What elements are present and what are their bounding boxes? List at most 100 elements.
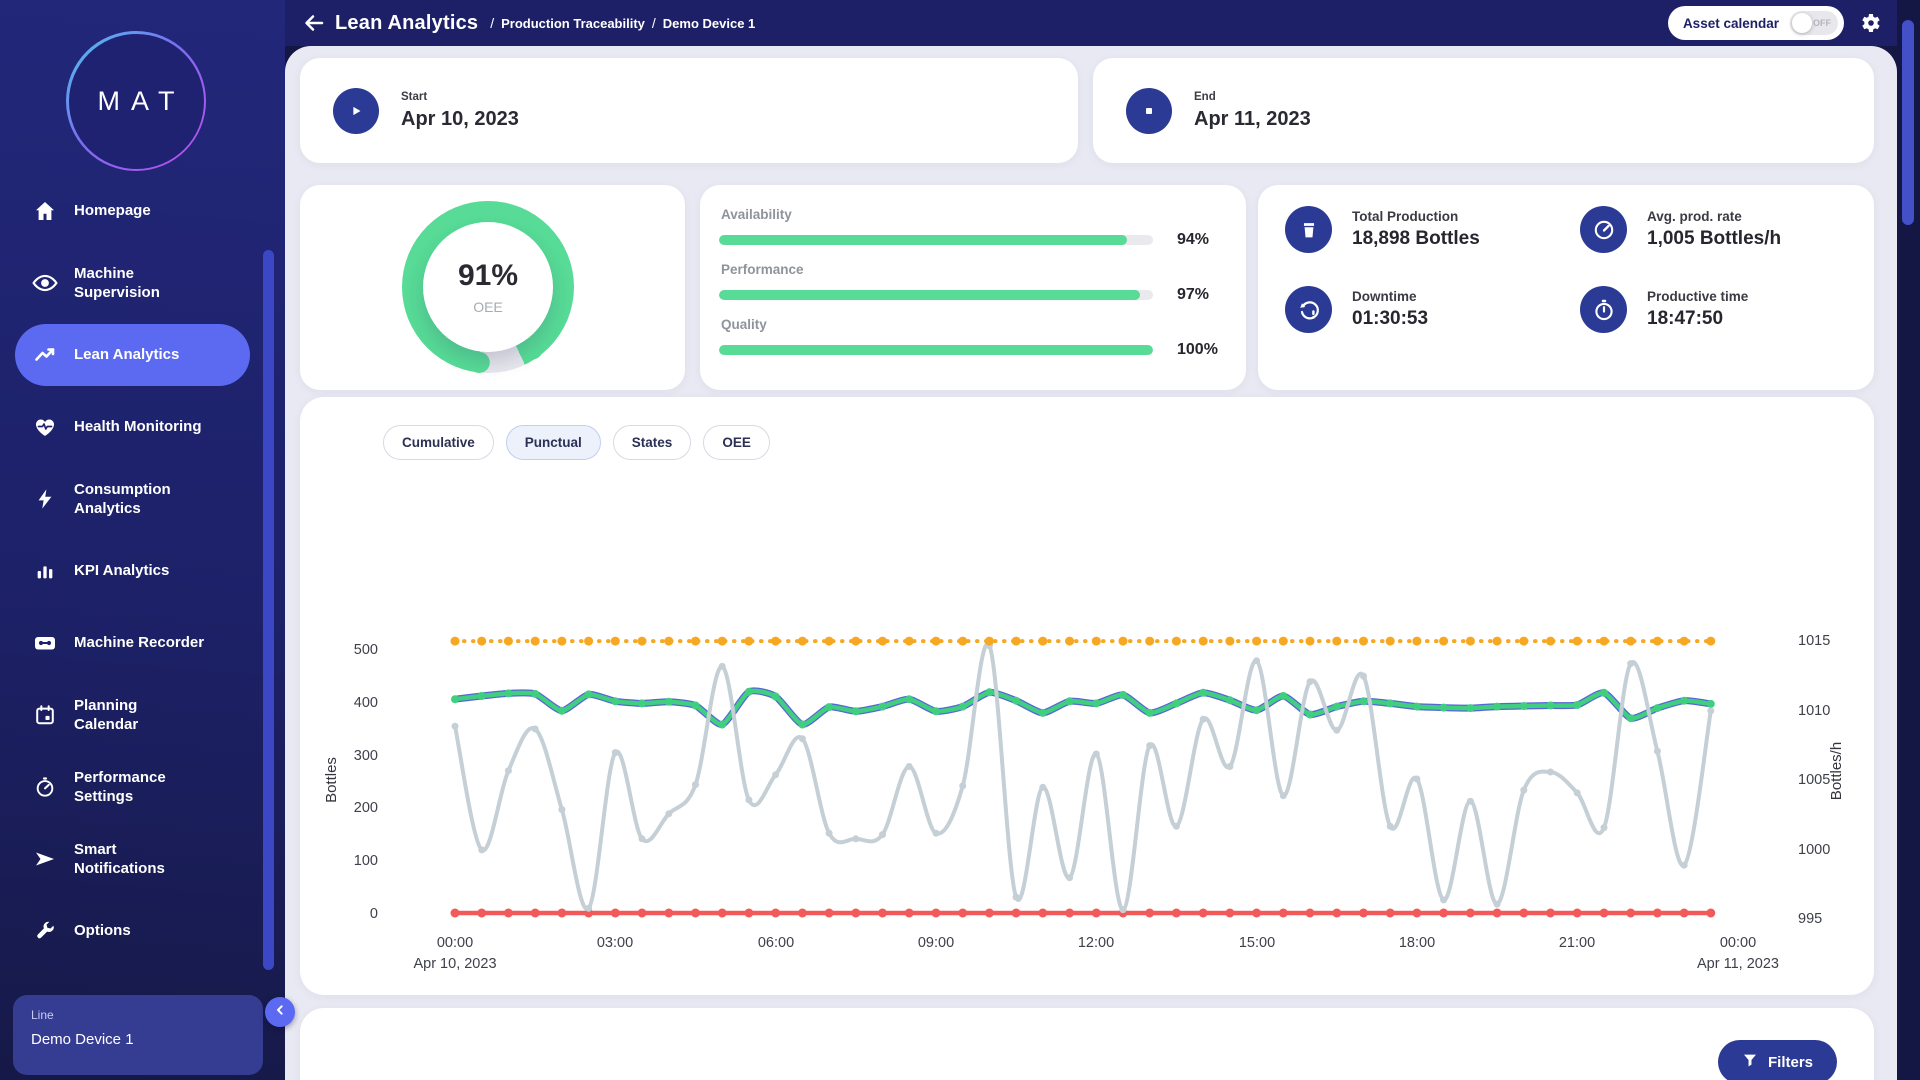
production-chart[interactable]: 01002003004005009951000100510101015Bottl…: [300, 475, 1874, 1010]
sidebar: MAT Homepage Machine Supervision Lea: [0, 0, 285, 1080]
back-button[interactable]: [301, 10, 327, 36]
tab-states[interactable]: States: [613, 425, 692, 460]
svg-text:Bottles: Bottles: [323, 757, 340, 803]
svg-text:09:00: 09:00: [918, 935, 954, 951]
svg-text:100: 100: [354, 853, 378, 869]
svg-text:18:00: 18:00: [1399, 935, 1435, 951]
filters-button[interactable]: Filters: [1718, 1040, 1837, 1080]
end-date[interactable]: Apr 11, 2023: [1194, 108, 1311, 131]
sidebar-item-kpi-analytics[interactable]: KPI Analytics: [15, 540, 250, 602]
sidebar-item-performance-settings[interactable]: Performance Settings: [15, 756, 250, 818]
svg-text:300: 300: [354, 748, 378, 764]
send-icon: [32, 846, 58, 872]
svg-text:Apr 10, 2023: Apr 10, 2023: [413, 956, 496, 972]
sidebar-item-options[interactable]: Options: [15, 900, 250, 962]
quality-kpi: Quality 100%: [719, 317, 1246, 359]
gauge-icon: [32, 774, 58, 800]
start-date-card: Start Apr 10, 2023: [300, 58, 1078, 163]
svg-text:06:00: 06:00: [758, 935, 794, 951]
svg-text:Bottles/h: Bottles/h: [1828, 742, 1845, 800]
production-chart-card: Cumulative Punctual States OEE 0 100 200 30…: [300, 397, 1874, 995]
device-name: Demo Device 1: [31, 1031, 245, 1048]
line-device-selector[interactable]: Line Demo Device 1: [13, 995, 263, 1075]
bottle-icon: [1285, 206, 1332, 253]
page-scrollbar-track[interactable]: [1897, 0, 1920, 1080]
stop-button[interactable]: [1126, 88, 1172, 134]
breadcrumb-item[interactable]: Production Traceability: [501, 16, 645, 31]
svg-text:1000: 1000: [1798, 842, 1830, 858]
svg-text:00:00: 00:00: [1720, 935, 1756, 951]
page-scrollbar-thumb[interactable]: [1902, 20, 1914, 225]
svg-text:1010: 1010: [1798, 703, 1830, 719]
page-title: Lean Analytics: [335, 12, 478, 35]
sidebar-nav: Homepage Machine Supervision Lean Analyt…: [0, 180, 285, 972]
stopwatch-icon: [1580, 286, 1627, 333]
sidebar-item-health-monitoring[interactable]: Health Monitoring: [15, 396, 250, 458]
wrench-icon: [32, 918, 58, 944]
sidebar-item-machine-supervision[interactable]: Machine Supervision: [15, 252, 250, 314]
end-label: End: [1194, 91, 1311, 103]
sidebar-item-planning-calendar[interactable]: Planning Calendar: [15, 684, 250, 746]
quality-bar: [719, 345, 1153, 355]
tab-punctual[interactable]: Punctual: [506, 425, 601, 460]
kpi-bars-card: Availability 94% Performance 97% Quality…: [700, 185, 1246, 390]
svg-text:03:00: 03:00: [597, 935, 633, 951]
oee-value: 91%: [458, 259, 518, 293]
svg-text:15:00: 15:00: [1239, 935, 1275, 951]
oee-caption: OEE: [473, 299, 503, 315]
avg-prod-rate-stat: Avg. prod. rate 1,005 Bottles/h: [1580, 206, 1874, 253]
chevron-left-icon: [272, 1002, 288, 1023]
availability-bar: [719, 235, 1153, 245]
asset-calendar-toggle-pill[interactable]: Asset calendar OFF: [1668, 6, 1844, 40]
logo-text: MAT: [98, 86, 186, 117]
line-label: Line: [31, 1008, 245, 1022]
start-date[interactable]: Apr 10, 2023: [401, 108, 519, 131]
productive-time-stat: Productive time 18:47:50: [1580, 286, 1874, 333]
sidebar-item-consumption-analytics[interactable]: Consumption Analytics: [15, 468, 250, 530]
sidebar-item-lean-analytics[interactable]: Lean Analytics: [15, 324, 250, 386]
toggle-state-label: OFF: [1813, 18, 1831, 28]
tab-oee[interactable]: OEE: [703, 425, 770, 460]
play-button[interactable]: [333, 88, 379, 134]
svg-text:1005: 1005: [1798, 772, 1830, 788]
asset-calendar-label: Asset calendar: [1683, 16, 1779, 31]
svg-text:400: 400: [354, 695, 378, 711]
topbar: Lean Analytics / Production Traceability…: [285, 0, 1897, 46]
asset-calendar-switch[interactable]: OFF: [1790, 11, 1838, 35]
downtime-stat: Downtime 01:30:53: [1285, 286, 1580, 333]
svg-text:500: 500: [354, 642, 378, 658]
sidebar-item-smart-notifications[interactable]: Smart Notifications: [15, 828, 250, 890]
total-production-stat: Total Production 18,898 Bottles: [1285, 206, 1580, 253]
cassette-icon: [32, 630, 58, 656]
end-date-card: End Apr 11, 2023: [1093, 58, 1874, 163]
line-chart-icon: [32, 342, 58, 368]
production-stats-card: Total Production 18,898 Bottles Avg. pro…: [1258, 185, 1874, 390]
sidebar-collapse-button[interactable]: [265, 997, 295, 1027]
calendar-icon: [32, 702, 58, 728]
main-content: Start Apr 10, 2023 End Apr 11, 2023: [285, 46, 1897, 1080]
svg-text:12:00: 12:00: [1078, 935, 1114, 951]
settings-gear-icon[interactable]: [1859, 11, 1883, 35]
sidebar-item-machine-recorder[interactable]: Machine Recorder: [15, 612, 250, 674]
tab-cumulative[interactable]: Cumulative: [383, 425, 494, 460]
history-alert-icon: [1285, 286, 1332, 333]
sidebar-scrollbar[interactable]: [263, 250, 274, 970]
availability-kpi: Availability 94%: [719, 207, 1246, 249]
svg-text:0: 0: [370, 906, 378, 922]
svg-text:1015: 1015: [1798, 633, 1830, 649]
bottom-panel-card: Filters: [300, 1008, 1874, 1080]
svg-text:00:00: 00:00: [437, 935, 473, 951]
performance-bar: [719, 290, 1153, 300]
performance-kpi: Performance 97%: [719, 262, 1246, 304]
heart-pulse-icon: [32, 414, 58, 440]
sidebar-item-homepage[interactable]: Homepage: [15, 180, 250, 242]
svg-text:200: 200: [354, 800, 378, 816]
home-icon: [32, 198, 58, 224]
app: MAT Homepage Machine Supervision Lea: [0, 0, 1920, 1080]
breadcrumb-item[interactable]: Demo Device 1: [663, 16, 756, 31]
eye-icon: [32, 270, 58, 296]
oee-gauge-card: 91% OEE: [300, 185, 685, 390]
oee-gauge-ring: 91% OEE: [402, 201, 574, 373]
start-label: Start: [401, 91, 519, 103]
breadcrumb: / Production Traceability / Demo Device …: [490, 15, 755, 31]
